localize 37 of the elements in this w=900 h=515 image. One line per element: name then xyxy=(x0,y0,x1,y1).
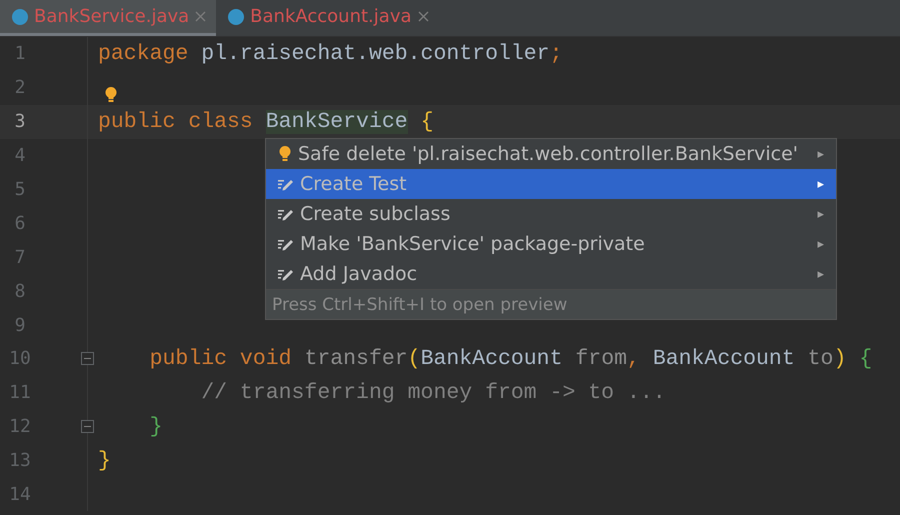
line-number: 6 xyxy=(14,212,26,234)
lightbulb-icon[interactable] xyxy=(104,86,118,104)
edit-icon xyxy=(278,267,294,281)
edit-icon xyxy=(278,207,294,221)
code-line: } xyxy=(148,414,163,439)
edit-icon xyxy=(278,177,294,191)
code-line: package pl.raisechat.web.controller; xyxy=(98,42,562,66)
code-line: public void transfer(BankAccount from, BankAccount to) { xyxy=(148,346,872,371)
fold-icon[interactable] xyxy=(81,352,94,366)
menu-item[interactable]: Create subclass ▸ xyxy=(266,199,836,229)
line-number: 7 xyxy=(14,246,26,268)
line-number: 8 xyxy=(14,280,26,302)
hint-text: Press Ctrl+Shift+I to open preview xyxy=(266,289,836,319)
close-icon[interactable] xyxy=(418,11,428,22)
code-line: // transferring money from -> to ... xyxy=(200,380,666,405)
line-number: 12 xyxy=(8,416,32,438)
class-icon xyxy=(12,8,28,24)
code-line: } xyxy=(98,448,111,473)
code-line: public class BankService { xyxy=(98,110,434,134)
menu-item[interactable]: Create Test ▸ xyxy=(266,169,836,199)
line-number: 4 xyxy=(14,145,26,166)
line-number: 10 xyxy=(8,348,32,370)
menu-item[interactable]: Safe delete 'pl.raisechat.web.controller.BankService' ▸ xyxy=(266,139,836,169)
menu-item[interactable]: Add Javadoc ▸ xyxy=(266,259,836,289)
line-number: 5 xyxy=(14,179,26,200)
line-number: 9 xyxy=(14,314,26,336)
line-number: 14 xyxy=(8,484,32,506)
line-number: 3 xyxy=(14,111,26,132)
line-number: 13 xyxy=(8,450,32,472)
class-icon xyxy=(228,8,244,24)
line-number: 1 xyxy=(14,43,26,64)
lightbulb-icon[interactable] xyxy=(278,145,292,163)
edit-icon xyxy=(278,237,294,251)
menu-item[interactable]: Make 'BankService' package-private ▸ xyxy=(266,229,836,259)
line-number: 2 xyxy=(14,77,26,98)
fold-icon[interactable] xyxy=(81,420,94,434)
line-number: 11 xyxy=(8,382,32,404)
